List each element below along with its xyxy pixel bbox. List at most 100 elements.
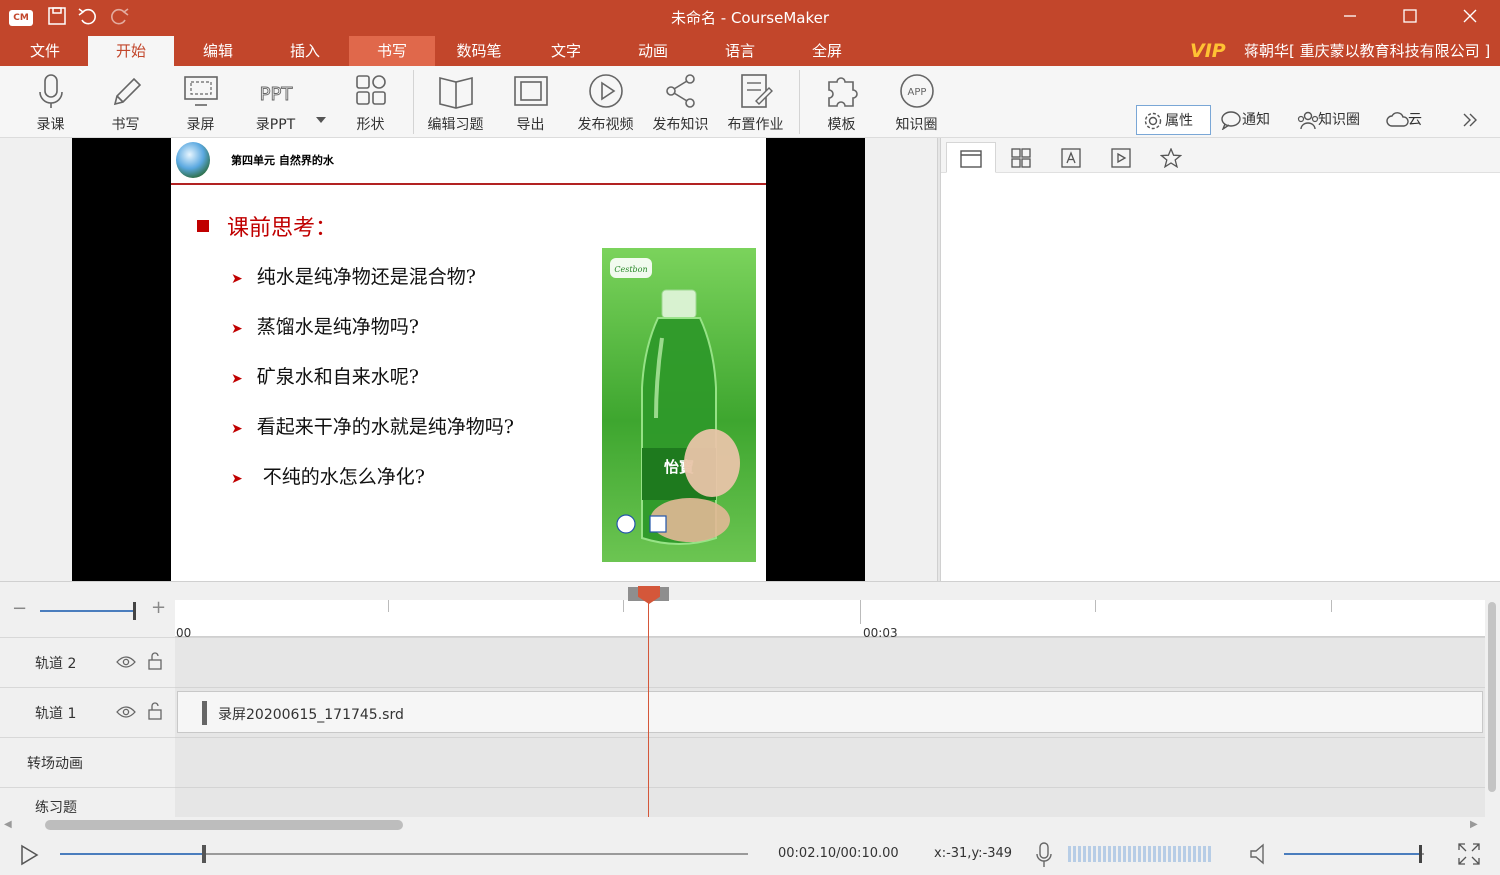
assignment-icon <box>740 74 773 108</box>
question-line: ➤ 蒸馏水是纯净物吗? <box>231 316 419 338</box>
knowledge-circle-button[interactable]: APP 知识圈 <box>879 66 954 138</box>
record-lesson-button[interactable]: 录课 <box>13 66 88 138</box>
scroll-thumb[interactable] <box>1488 602 1496 792</box>
time-ruler[interactable]: 00 00:03 <box>175 600 1485 640</box>
audio-level-meter <box>1068 846 1213 862</box>
app-icon: APP <box>899 74 934 108</box>
track-header[interactable]: 转场动画 <box>0 737 175 787</box>
tab-grid-props[interactable] <box>996 142 1046 173</box>
menu-start[interactable]: 开始 <box>88 36 174 66</box>
ppt-dropdown-arrow[interactable] <box>316 117 326 123</box>
track-header[interactable]: 轨道 2 <box>0 637 175 687</box>
scroll-left-icon[interactable]: ◀ <box>4 819 12 830</box>
question-line: ➤ 矿泉水和自来水呢? <box>231 366 419 388</box>
menu-text[interactable]: 文字 <box>523 36 609 66</box>
unlock-icon[interactable] <box>148 702 162 720</box>
publish-video-button[interactable]: 发布视频 <box>568 66 643 138</box>
tool-label: 导出 <box>516 117 545 133</box>
tab-notifications[interactable]: 通知 <box>1214 105 1284 135</box>
tab-properties[interactable]: 属性 <box>1136 105 1211 135</box>
people-icon <box>1297 111 1319 130</box>
cursor-coordinates: x:-31,y:-349 <box>934 846 1013 861</box>
play-icon[interactable] <box>18 844 40 866</box>
progress-slider[interactable] <box>60 845 748 863</box>
media-clip[interactable]: 录屏20200615_171745.srd <box>177 691 1483 733</box>
menu-language[interactable]: 语言 <box>697 36 783 66</box>
menu-edit[interactable]: 编辑 <box>175 36 261 66</box>
panel-tab-bar <box>941 138 1500 173</box>
menu-write[interactable]: 书写 <box>349 36 435 66</box>
track-lane[interactable] <box>175 737 1485 787</box>
minimize-button[interactable] <box>1320 0 1380 36</box>
shapes-button[interactable]: 形状 <box>333 66 408 138</box>
globe-icon <box>176 142 210 178</box>
zoom-in-icon[interactable]: + <box>151 597 166 618</box>
tab-label: 云 <box>1408 112 1422 128</box>
window-icon <box>960 150 982 168</box>
tool-label: 编辑习题 <box>427 117 484 133</box>
track-lane[interactable]: 录屏20200615_171745.srd <box>175 687 1485 737</box>
puzzle-icon <box>827 77 858 107</box>
track-lane[interactable] <box>175 637 1485 687</box>
user-name[interactable]: 蒋朝华[ 重庆蒙以教育科技有限公司 ] <box>1244 36 1490 66</box>
scroll-right-icon[interactable]: ▶ <box>1470 819 1478 830</box>
menu-insert[interactable]: 插入 <box>262 36 348 66</box>
menu-animation[interactable]: 动画 <box>610 36 696 66</box>
tab-knowledge-circle[interactable]: 知识圈 <box>1290 105 1375 135</box>
progress-handle[interactable] <box>202 845 206 863</box>
zoom-slider[interactable] <box>40 610 136 612</box>
playback-bar: 00:02.10/00:10.00 x:-31,y:-349 <box>0 833 1500 875</box>
export-button[interactable]: 导出 <box>493 66 568 138</box>
horizontal-scrollbar[interactable]: ◀ ▶ <box>0 817 1486 833</box>
scroll-thumb[interactable] <box>45 820 403 830</box>
tool-label: 书写 <box>111 117 140 133</box>
microphone-icon[interactable] <box>1035 842 1053 868</box>
tab-text-props[interactable] <box>1046 142 1096 173</box>
template-button[interactable]: 模板 <box>804 66 879 138</box>
clip-handle[interactable] <box>202 701 207 725</box>
unlock-icon[interactable] <box>148 652 162 670</box>
zoom-slider-handle[interactable] <box>133 602 136 620</box>
fullscreen-icon[interactable] <box>1458 843 1480 865</box>
menu-fullscreen[interactable]: 全屏 <box>784 36 870 66</box>
star-icon <box>1159 147 1183 169</box>
tab-window-props[interactable] <box>946 142 996 173</box>
menu-digital-pen[interactable]: 数码笔 <box>436 36 522 66</box>
volume-slider[interactable] <box>1284 845 1424 863</box>
track-header[interactable]: 练习题 <box>0 787 175 817</box>
track-header[interactable]: 轨道 1 <box>0 687 175 737</box>
assign-homework-button[interactable]: 布置作业 <box>718 66 793 138</box>
progress-fill <box>60 853 204 855</box>
slide-preview[interactable]: 第四单元 自然界的水 课前思考： ➤ 纯水是纯净物还是混合物? ➤ 蒸馏水是纯净物吗… <box>171 138 766 581</box>
title-bar: CM 未命名 - CourseMaker <box>0 0 1500 36</box>
svg-text:APP: APP <box>907 87 926 98</box>
text-icon <box>1061 148 1081 168</box>
tab-media-props[interactable] <box>1096 142 1146 173</box>
eye-icon[interactable] <box>116 655 136 669</box>
write-button[interactable]: 书写 <box>88 66 163 138</box>
publish-knowledge-button[interactable]: 发布知识 <box>643 66 718 138</box>
record-ppt-button[interactable]: PPT 录PPT <box>238 66 313 138</box>
tab-effects-props[interactable] <box>1146 142 1196 173</box>
expand-chevron-icon[interactable] <box>1460 110 1482 132</box>
play-circle-icon <box>588 74 623 108</box>
track-lane[interactable] <box>175 787 1485 817</box>
menu-file[interactable]: 文件 <box>2 36 88 66</box>
record-screen-button[interactable]: 录屏 <box>163 66 238 138</box>
arrow-bullet-icon: ➤ <box>231 421 243 437</box>
maximize-button[interactable] <box>1380 0 1440 36</box>
water-bottle-image: Cestbon 怡寶 <box>602 248 756 562</box>
speaker-icon[interactable] <box>1249 843 1271 865</box>
vertical-scrollbar[interactable] <box>1486 600 1498 817</box>
zoom-out-icon[interactable]: − <box>12 598 27 619</box>
timecode: 00:02.10/00:10.00 <box>778 846 899 861</box>
tab-cloud[interactable]: 云 <box>1380 105 1435 135</box>
share-icon <box>665 74 695 108</box>
edit-exercise-button[interactable]: 编辑习题 <box>418 66 493 138</box>
eye-icon[interactable] <box>116 705 136 719</box>
svg-text:PPT: PPT <box>259 84 293 105</box>
volume-handle[interactable] <box>1419 845 1422 863</box>
chat-icon <box>1221 111 1241 130</box>
vip-badge[interactable]: VIP <box>1190 36 1226 66</box>
close-button[interactable] <box>1440 0 1500 36</box>
